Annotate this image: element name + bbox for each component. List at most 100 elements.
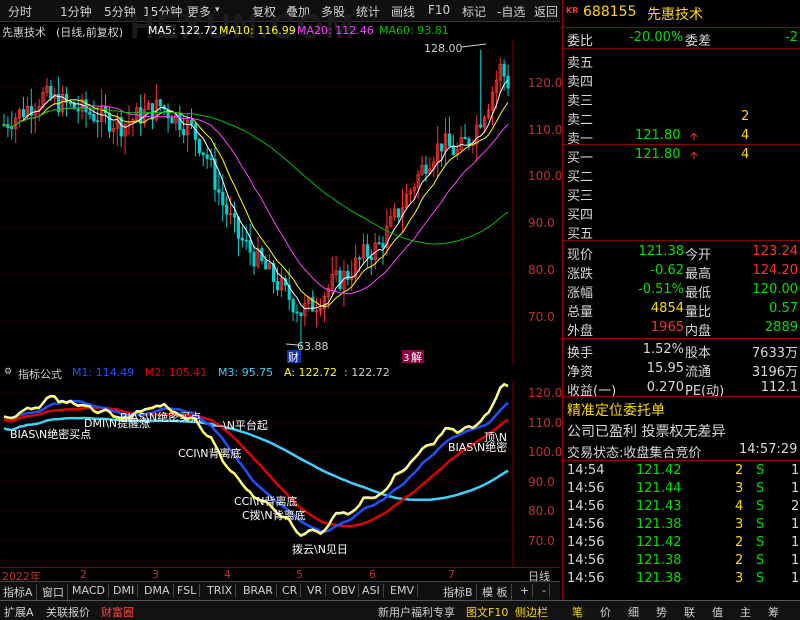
date-tick: 6 (369, 568, 376, 581)
pen-icon[interactable]: 笔 (572, 604, 583, 620)
ma5-label: MA5: 122.72 (148, 24, 218, 37)
candle-body (346, 270, 350, 280)
settings-icon[interactable]: ⚙ (4, 367, 12, 377)
y-tick: 100.0 (528, 169, 562, 183)
tab-1min[interactable]: 1分钟 (60, 3, 92, 20)
a2-label: : 122.72 (344, 366, 390, 379)
indicator-title[interactable]: 指标公式 (18, 366, 62, 382)
f10-graph-button[interactable]: 图文F10 (466, 604, 508, 620)
bottom-bar: 扩展A 关联报价 财富圈 新用户福利专享 图文F10 侧边栏 笔 价 细 势 联… (0, 600, 800, 620)
candle-body (295, 311, 299, 314)
tick-volume: 3 (735, 517, 744, 532)
stat-value: 2889 (764, 320, 798, 335)
tick-side: S (756, 535, 765, 550)
tab-cr[interactable]: CR (282, 584, 302, 597)
kline-chart[interactable]: 120.0 110.0 100.0 90.0 80.0 70.0 128.00 … (0, 40, 562, 364)
tab-template[interactable]: 模 板 (482, 584, 512, 600)
detail-icon[interactable]: 细 (628, 604, 639, 620)
candle-body (10, 127, 14, 130)
related-quote-button[interactable]: 关联报价 (46, 604, 90, 620)
main-force-icon[interactable]: 主 (740, 604, 751, 620)
stat-label: 今开 (685, 248, 712, 263)
sub-y-tick: 90.0 (528, 475, 555, 489)
sidebar-button[interactable]: 侧边栏 (515, 604, 548, 620)
tab-dmi[interactable]: DMI (113, 584, 139, 597)
stats-button[interactable]: 统计 (356, 3, 380, 20)
back-button[interactable]: 返回 (534, 3, 558, 20)
tab-window[interactable]: 窗口 (42, 584, 68, 600)
value-icon[interactable]: 值 (712, 604, 723, 620)
candle-body (197, 139, 201, 154)
y-tick: 110.0 (528, 123, 562, 137)
candle-body (158, 99, 162, 107)
chips-icon[interactable]: 筹 (768, 604, 779, 620)
candle-body (225, 204, 229, 215)
tab-emv[interactable]: EMV (390, 584, 418, 597)
indicator-chart[interactable]: 120.0 110.0 100.0 90.0 80.0 70.0 BIAS\N绝… (0, 381, 562, 567)
draw-line-button[interactable]: 画线 (391, 3, 415, 20)
tab-indicator-a[interactable]: 指标A (3, 584, 37, 600)
candle-body (479, 124, 483, 128)
new-user-promo[interactable]: 新用户福利专享 (378, 604, 455, 620)
tick-time: 14:54 (567, 463, 605, 478)
finance-badge[interactable]: 财 (288, 350, 299, 364)
expand-a-button[interactable]: 扩展A (4, 604, 34, 620)
ask-volume: 4 (741, 128, 750, 143)
stat-label: 外盘 (567, 324, 594, 339)
m1-label: M1: 114.49 (72, 366, 135, 379)
tab-fsl[interactable]: FSL (177, 584, 201, 597)
ma-legend: 先惠技术 (日线,前复权) MA5: 122.72 MA10: 116.99 M… (0, 23, 560, 39)
tab-obv[interactable]: OBV (332, 584, 360, 597)
sub-y-tick: 110.0 (528, 416, 562, 430)
tab-brar[interactable]: BRAR (243, 584, 277, 597)
link-icon[interactable]: 联 (684, 604, 695, 620)
signal-annotation: BIAS\N绝密买点 (120, 410, 201, 424)
precise-order-promo[interactable]: 精准定位委托单 (567, 400, 665, 420)
weibi-label: 委比 (567, 34, 594, 49)
unlock-badge[interactable]: 解 (411, 350, 422, 364)
signal-annotation: BIAS\N绝密买点 (10, 427, 91, 441)
tab-macd[interactable]: MACD (72, 584, 109, 597)
date-tick: 7 (448, 568, 455, 581)
tick-count: 1 (791, 517, 800, 532)
f10-button[interactable]: F10 (428, 3, 450, 17)
stat-label: 总量 (567, 305, 594, 320)
trade-time: 14:57:29 (739, 442, 798, 457)
tick-price: 121.38 (636, 553, 682, 568)
tab-trix[interactable]: TRIX (207, 584, 237, 597)
price-icon[interactable]: 价 (600, 604, 611, 620)
tick-count: 1 (791, 571, 800, 586)
ma10-label: MA10: 116.99 (219, 24, 296, 37)
stat-label: 现价 (567, 248, 594, 263)
tick-side: S (756, 571, 765, 586)
tick-time: 14:56 (567, 553, 605, 568)
m3-label: M3: 95.75 (218, 366, 274, 379)
candle-body (275, 281, 280, 291)
date-axis: 2022年 2 3 4 5 6 7 日线 (0, 567, 560, 583)
tab-indicator-b[interactable]: 指标B (443, 584, 477, 600)
signal-annotation: CCI\N背离底 (234, 494, 298, 508)
trade-state: 交易状态:收盘集合竞价 (567, 446, 702, 461)
stat-value: 0.270 (646, 380, 684, 395)
candle-body (68, 101, 72, 104)
candle-body (240, 237, 244, 241)
add-watchlist-button[interactable]: -自选 (497, 3, 525, 20)
ask-level-label: 卖五 (567, 56, 594, 71)
trend-icon[interactable]: 势 (656, 604, 667, 620)
stat-value: 112.1 (760, 380, 798, 395)
wealth-circle-button[interactable]: 财富圈 (101, 604, 134, 620)
tick-time: 14:56 (567, 499, 605, 514)
tick-price: 121.42 (636, 535, 682, 550)
bid-volume: 4 (741, 147, 750, 162)
mark-button[interactable]: 标记 (462, 3, 486, 20)
tab-vr[interactable]: VR (307, 584, 327, 597)
tab-minute[interactable]: 分时 (8, 3, 32, 20)
candle-body (467, 138, 471, 145)
stat-value: -0.51% (638, 282, 684, 297)
zoom-in-button[interactable]: + (520, 584, 534, 597)
company-profit-info: 公司已盈利 投票权无差异 (567, 424, 726, 440)
stat-value: 0.57 (769, 301, 798, 316)
tab-dma[interactable]: DMA (144, 584, 174, 597)
zoom-out-button[interactable]: - (542, 584, 550, 597)
tab-asi[interactable]: ASI (362, 584, 384, 597)
